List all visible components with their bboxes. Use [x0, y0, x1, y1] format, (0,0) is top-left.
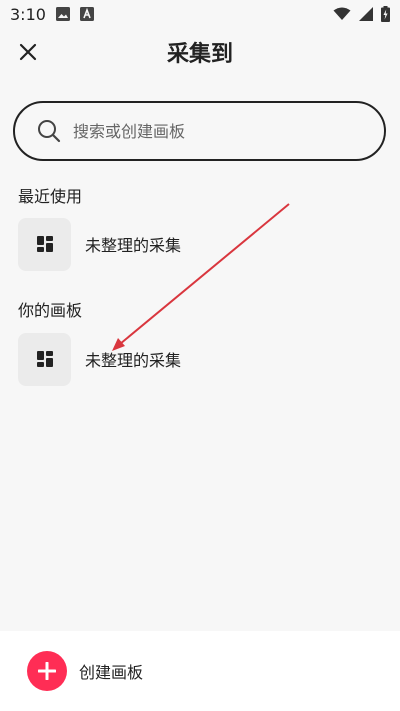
battery-charging-icon	[381, 6, 390, 22]
header: 采集到	[0, 28, 400, 76]
boards-section-title: 你的画板	[18, 301, 83, 320]
font-icon	[79, 7, 94, 21]
page-title: 采集到	[166, 42, 233, 67]
plus-icon	[38, 662, 56, 680]
create-board-label: 创建画板	[79, 663, 144, 682]
board-thumbnail	[18, 217, 71, 271]
status-time: 3:10	[10, 4, 46, 24]
wifi-icon	[333, 7, 351, 20]
plus-button-circle	[27, 651, 67, 691]
close-icon	[19, 43, 37, 61]
board-grid-icon	[36, 236, 53, 252]
bottom-bar: 创建画板	[0, 631, 400, 711]
search-box[interactable]	[13, 101, 386, 161]
search-input[interactable]	[71, 120, 355, 142]
board-label: 未整理的采集	[85, 351, 182, 370]
search-icon	[38, 120, 61, 143]
image-icon	[55, 7, 70, 21]
board-item[interactable]: 未整理的采集	[18, 332, 378, 386]
signal-icon	[359, 7, 373, 21]
recent-section-title: 最近使用	[18, 187, 83, 206]
status-right	[333, 6, 390, 22]
status-bar: 3:10	[0, 0, 400, 28]
recent-board-item[interactable]: 未整理的采集	[18, 217, 378, 271]
close-button[interactable]	[14, 38, 42, 66]
status-left: 3:10	[10, 5, 94, 24]
create-board-button[interactable]: 创建画板	[27, 651, 143, 691]
board-thumbnail	[18, 332, 71, 386]
board-label: 未整理的采集	[85, 236, 182, 255]
board-grid-icon	[36, 351, 53, 367]
